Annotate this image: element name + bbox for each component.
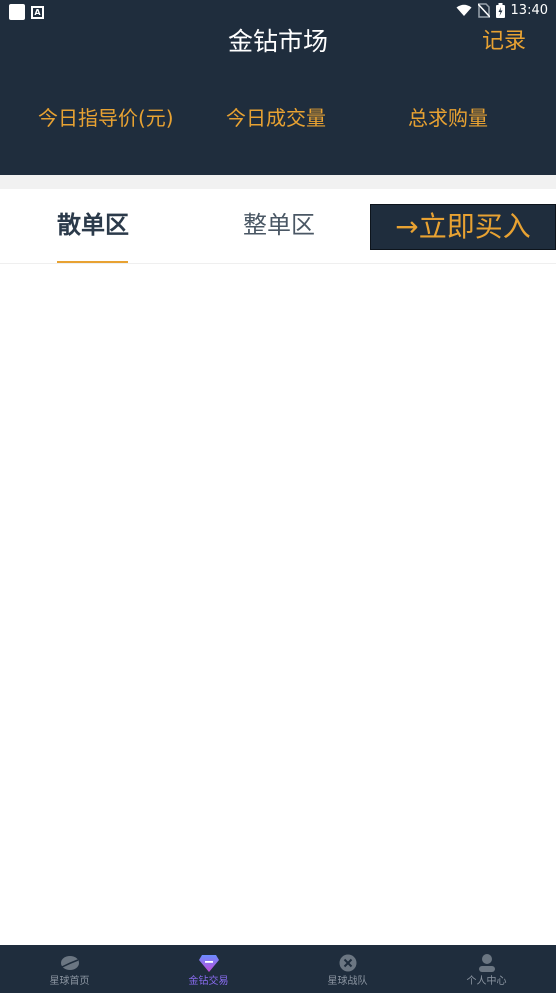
notification-square-icon: [9, 4, 25, 20]
stat-volume-label: 今日成交量: [226, 106, 326, 130]
nav-label-home: 星球首页: [49, 976, 90, 987]
tab-bulk[interactable]: 整单区: [243, 207, 315, 243]
diamond-icon: [199, 955, 219, 972]
status-bar: A 13:40: [0, 0, 556, 24]
notification-a-icon: A: [31, 5, 44, 19]
stat-demand-label: 总求购量: [408, 106, 488, 130]
status-right-icons: 13:40: [456, 3, 548, 18]
screen: A 13:40 金钻市场 记录 今日指导价(元) 今日成交量 总求购量 散单区 …: [0, 0, 556, 993]
stat-guide-price-label: 今日指导价(元): [38, 106, 174, 130]
nav-label-diamond-trade: 金钻交易: [188, 976, 229, 987]
planet-icon: [61, 956, 79, 970]
no-sim-icon: [477, 3, 490, 18]
nav-item-home[interactable]: 星球首页: [0, 945, 139, 993]
nav-item-team[interactable]: 星球战队: [278, 945, 417, 993]
tab-bar: 散单区 整单区 →立即买入: [0, 189, 556, 264]
nav-label-profile: 个人中心: [466, 976, 507, 987]
bottom-nav: 星球首页 金钻交易 星球战队 个人中心: [0, 945, 556, 993]
tab-retail[interactable]: 散单区: [57, 207, 129, 243]
user-icon: [479, 954, 495, 972]
buy-now-button[interactable]: →立即买入: [370, 204, 556, 250]
status-time: 13:40: [510, 3, 548, 18]
nav-item-diamond-trade[interactable]: 金钻交易: [139, 945, 278, 993]
stats-row: 今日指导价(元) 今日成交量 总求购量: [0, 98, 556, 138]
header: A 13:40 金钻市场 记录 今日指导价(元) 今日成交量 总求购量: [0, 0, 556, 175]
wifi-icon: [456, 4, 472, 16]
nav-item-profile[interactable]: 个人中心: [417, 945, 556, 993]
nav-label-team: 星球战队: [327, 976, 368, 987]
team-icon: [339, 954, 357, 972]
divider-strip: [0, 175, 556, 189]
content-area: [0, 265, 556, 945]
status-left-icons: A: [9, 4, 44, 20]
battery-icon: [495, 3, 505, 18]
active-tab-indicator: [57, 261, 128, 263]
record-button[interactable]: 记录: [482, 26, 526, 58]
page-title: 金钻市场: [227, 27, 328, 56]
